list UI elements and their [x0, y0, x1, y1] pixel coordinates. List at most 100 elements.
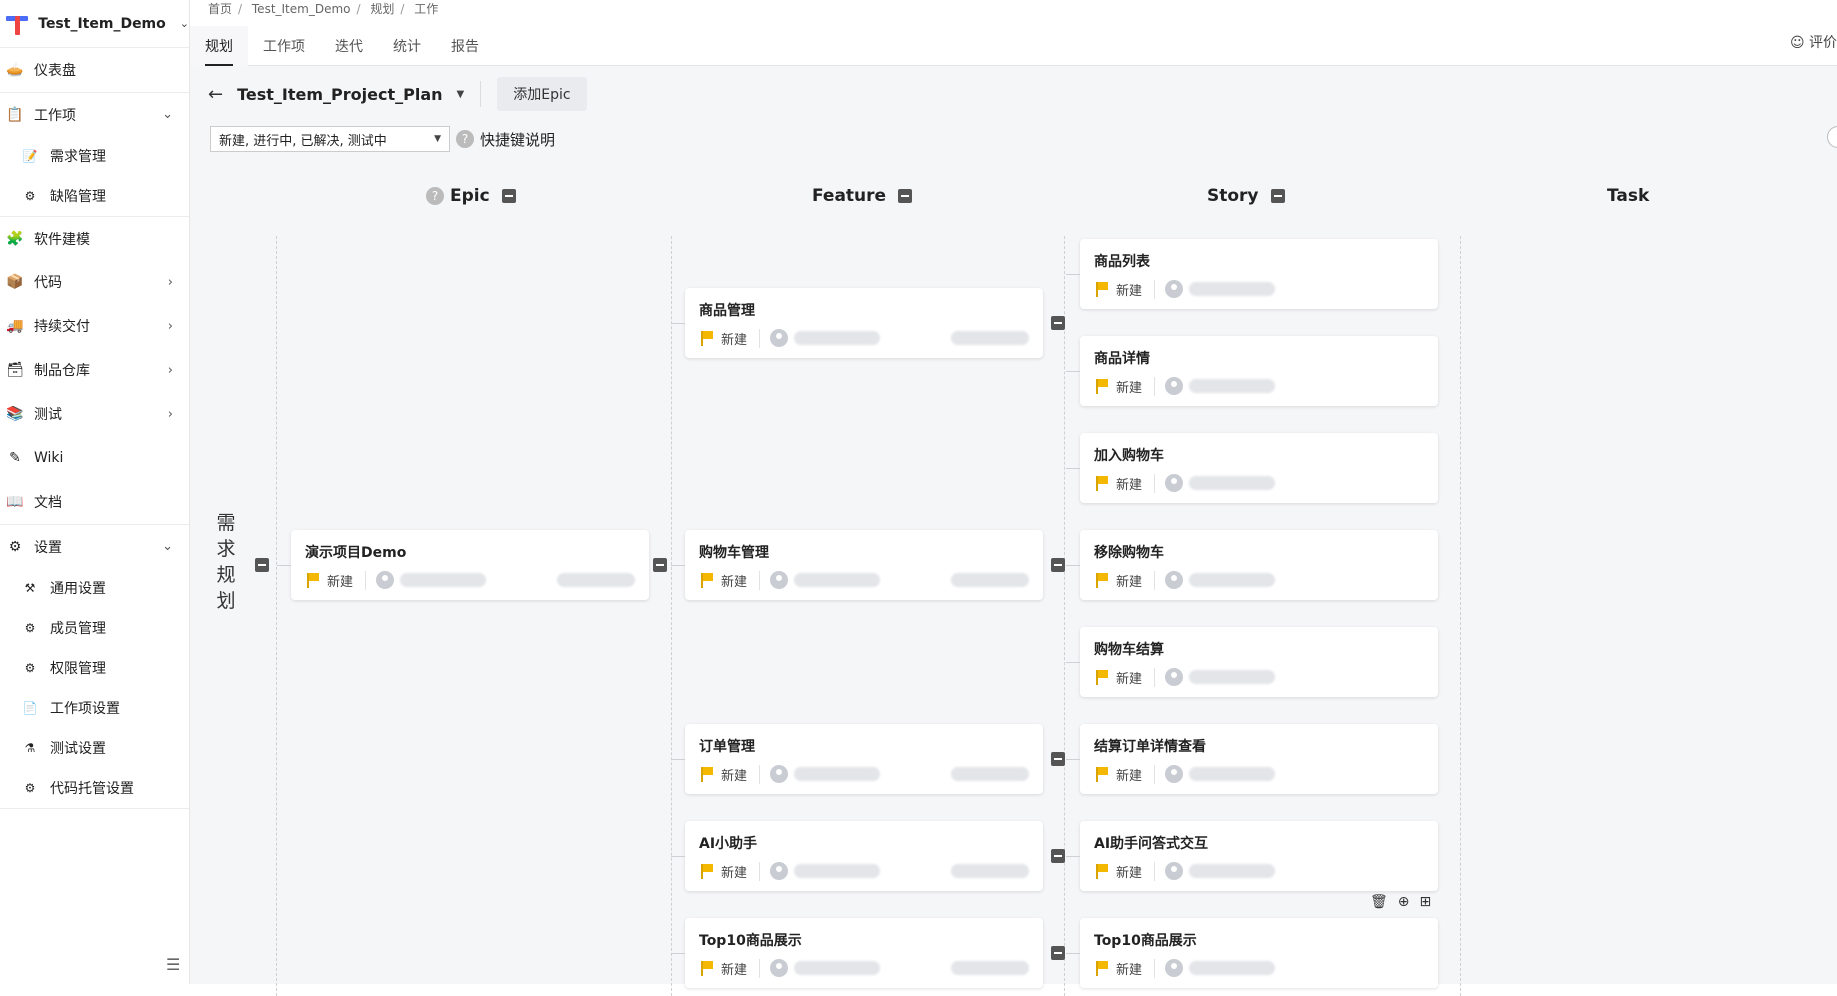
status-filter-select[interactable]: 新建, 进行中, 已解决, 测试中▼	[210, 126, 450, 152]
caret-down-icon[interactable]: ▼	[457, 89, 465, 100]
sidebar-item-workitem-settings[interactable]: 📄工作项设置	[0, 688, 189, 728]
sidebar-item-dashboard[interactable]: 🥧仪表盘	[0, 48, 189, 92]
collapse-sidebar-icon[interactable]: ☰	[166, 955, 180, 974]
tab-workitems[interactable]: 工作项	[248, 26, 320, 66]
delete-icon[interactable]: 🗑	[1370, 894, 1388, 910]
add-epic-button[interactable]: 添加Epic	[497, 77, 586, 111]
card-title[interactable]: Top10商品展示	[1094, 930, 1424, 950]
card-title[interactable]: AI助手问答式交互	[1094, 833, 1424, 853]
card-title[interactable]: 商品列表	[1094, 251, 1424, 271]
collapse-card-icon[interactable]	[1051, 946, 1065, 960]
shortcut-help-link[interactable]: 快捷键说明	[480, 129, 555, 150]
sidebar-item-general-settings[interactable]: ⚒通用设置	[0, 568, 189, 608]
status-label[interactable]: 新建	[721, 765, 760, 784]
card-title[interactable]: 购物车结算	[1094, 639, 1424, 659]
feedback-button[interactable]: ☺ 评价	[1790, 32, 1837, 52]
status-label[interactable]: 新建	[1116, 571, 1155, 590]
sidebar-item-delivery[interactable]: 🚚持续交付›	[0, 304, 189, 348]
status-label[interactable]: 新建	[721, 959, 760, 978]
card-title[interactable]: 结算订单详情查看	[1094, 736, 1424, 756]
status-label[interactable]: 新建	[1116, 474, 1155, 493]
collapse-row-icon[interactable]	[255, 558, 269, 572]
card-title[interactable]: Top10商品展示	[699, 930, 1029, 950]
feature-card[interactable]: Top10商品展示新建	[685, 918, 1043, 988]
card-meta: 新建	[1094, 861, 1424, 881]
help-icon[interactable]: ?	[426, 187, 444, 205]
project-switcher[interactable]: Test_Item_Demo ⌄	[0, 0, 189, 48]
tab-iterations[interactable]: 迭代	[320, 26, 378, 66]
status-label[interactable]: 新建	[1116, 377, 1155, 396]
status-label[interactable]: 新建	[327, 571, 366, 590]
status-label[interactable]: 新建	[1116, 862, 1155, 881]
story-card[interactable]: Top10商品展示新建	[1080, 918, 1438, 988]
story-card[interactable]: 商品列表新建	[1080, 239, 1438, 309]
feature-card[interactable]: AI小助手新建	[685, 821, 1043, 891]
tab-reports[interactable]: 报告	[436, 26, 494, 66]
feature-card[interactable]: 商品管理新建	[685, 288, 1043, 358]
card-title[interactable]: 移除购物车	[1094, 542, 1424, 562]
add-child-icon[interactable]: ⊕	[1398, 894, 1410, 910]
sidebar-item-modeling[interactable]: 🧩软件建模	[0, 216, 189, 260]
collapse-card-icon[interactable]	[1051, 316, 1065, 330]
plan-name[interactable]: Test_Item_Project_Plan	[237, 85, 442, 104]
collapse-column-icon[interactable]	[502, 189, 516, 203]
story-card[interactable]: AI助手问答式交互新建	[1080, 821, 1438, 891]
card-title[interactable]: 加入购物车	[1094, 445, 1424, 465]
status-filter-value: 新建, 进行中, 已解决, 测试中	[219, 130, 387, 149]
sidebar-item-workitems[interactable]: 📋工作项⌄	[0, 92, 189, 136]
feature-card[interactable]: 购物车管理新建	[685, 530, 1043, 600]
help-icon[interactable]: ?	[456, 130, 474, 148]
sidebar-item-code[interactable]: 📦代码›	[0, 260, 189, 304]
panel-toggle-button[interactable]	[1827, 126, 1837, 148]
story-card[interactable]: 结算订单详情查看新建	[1080, 724, 1438, 794]
sidebar-item-docs[interactable]: 📖文档	[0, 480, 189, 524]
sidebar-item-testing[interactable]: 📚测试›	[0, 392, 189, 436]
collapse-card-icon[interactable]	[1051, 558, 1065, 572]
sidebar-item-permissions[interactable]: ⚙权限管理	[0, 648, 189, 688]
feature-card[interactable]: 订单管理新建	[685, 724, 1043, 794]
card-title[interactable]: 购物车管理	[699, 542, 1029, 562]
workitem-settings-icon: 📄	[22, 700, 38, 716]
sidebar-item-label: 需求管理	[50, 146, 106, 166]
status-label[interactable]: 新建	[721, 329, 760, 348]
sidebar-item-wiki[interactable]: ✎Wiki	[0, 436, 189, 480]
plan-toolbar: ← Test_Item_Project_Plan ▼ 添加Epic	[208, 76, 587, 112]
status-label[interactable]: 新建	[1116, 668, 1155, 687]
story-card[interactable]: 加入购物车新建	[1080, 433, 1438, 503]
sidebar-item-defects[interactable]: ⚙缺陷管理	[0, 176, 189, 216]
swimlane-label: 需求规划	[216, 510, 236, 614]
story-card[interactable]: 购物车结算新建	[1080, 627, 1438, 697]
collapse-card-icon[interactable]	[653, 558, 667, 572]
back-arrow-icon[interactable]: ←	[208, 84, 223, 105]
status-label[interactable]: 新建	[1116, 765, 1155, 784]
card-meta: 新建	[1094, 279, 1424, 299]
sidebar-item-code-hosting-settings[interactable]: ⚙代码托管设置	[0, 768, 189, 808]
collapse-card-icon[interactable]	[1051, 752, 1065, 766]
sidebar-item-requirements[interactable]: 📝需求管理	[0, 136, 189, 176]
card-title[interactable]: 演示项目Demo	[305, 542, 635, 562]
epic-card[interactable]: 演示项目Demo 新建	[291, 530, 649, 600]
sidebar-item-artifacts[interactable]: 🗃制品仓库›	[0, 348, 189, 392]
breadcrumb-item[interactable]: 规划	[370, 2, 394, 16]
card-title[interactable]: 商品详情	[1094, 348, 1424, 368]
story-card[interactable]: 商品详情新建	[1080, 336, 1438, 406]
collapse-card-icon[interactable]	[1051, 849, 1065, 863]
status-label[interactable]: 新建	[721, 862, 760, 881]
collapse-column-icon[interactable]	[1271, 189, 1285, 203]
sidebar-item-members[interactable]: ⚙成员管理	[0, 608, 189, 648]
status-label[interactable]: 新建	[721, 571, 760, 590]
tab-statistics[interactable]: 统计	[378, 26, 436, 66]
breadcrumb-item[interactable]: 首页	[208, 2, 232, 16]
status-label[interactable]: 新建	[1116, 959, 1155, 978]
card-title[interactable]: 订单管理	[699, 736, 1029, 756]
breadcrumb-item[interactable]: Test_Item_Demo	[252, 2, 351, 16]
sidebar-item-settings[interactable]: ⚙设置⌄	[0, 524, 189, 568]
collapse-column-icon[interactable]	[898, 189, 912, 203]
card-title[interactable]: 商品管理	[699, 300, 1029, 320]
status-label[interactable]: 新建	[1116, 280, 1155, 299]
story-card[interactable]: 移除购物车新建	[1080, 530, 1438, 600]
tab-planning[interactable]: 规划	[190, 26, 248, 66]
sidebar-item-test-settings[interactable]: ⚗测试设置	[0, 728, 189, 768]
add-sibling-icon[interactable]: ⊞	[1420, 894, 1432, 910]
card-title[interactable]: AI小助手	[699, 833, 1029, 853]
